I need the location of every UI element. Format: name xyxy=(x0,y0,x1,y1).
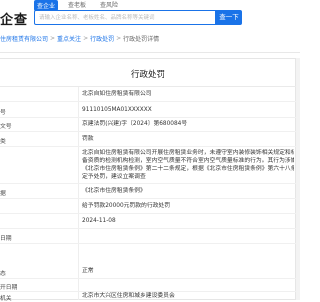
top-header: 企查 查企业 查老板 查风险 请输入企业名称、老板姓名、品牌名称等关键词 查一下 xyxy=(0,0,300,30)
row-value-penalty-content: 给予罚款20000元罚款的行政处罚 xyxy=(82,203,171,209)
search-button[interactable]: 查一下 xyxy=(216,10,242,25)
row-divider xyxy=(0,146,296,147)
breadcrumb: 住房租赁有限公司 > 重点关注 > 行政处罚 > 行政处罚详情 xyxy=(0,34,300,48)
row-value-legal-basis: 《北京市住房租赁条例》 xyxy=(82,188,146,194)
facts-line: 备资质的检测机构检测，室内空气质量不符合室内空气质量标准的行为。其行为涉嫌违反 xyxy=(82,158,294,165)
row-divider xyxy=(0,183,296,184)
page-scrollbar[interactable] xyxy=(296,58,300,300)
row-label: 据 xyxy=(0,191,6,197)
row-label: 文号 xyxy=(0,124,12,130)
row-value-company-name: 北京自如住房租赁有限公司 xyxy=(82,91,152,97)
row-label: 态 xyxy=(0,271,6,277)
tab-risk[interactable]: 查风险 xyxy=(100,0,118,9)
row-value-penalty-type: 罚款 xyxy=(82,136,94,142)
row-divider xyxy=(0,198,296,199)
header-divider xyxy=(0,52,300,53)
row-divider xyxy=(0,117,296,118)
row-value-document-number: 京建法罚(兴建)字〔2024〕第680084号 xyxy=(82,121,188,127)
facts-line: 《北京市住房租赁条例》第二十二条规定，根据《北京市住房租赁条例》第六十八条的 xyxy=(82,166,294,173)
column-divider xyxy=(78,87,79,300)
facts-line: 定予处罚，建议立案调查 xyxy=(82,174,146,181)
breadcrumb-item-company[interactable]: 住房租赁有限公司 xyxy=(0,36,48,43)
card-title: 行政处罚 xyxy=(130,70,165,80)
row-divider xyxy=(0,228,296,229)
row-value-authority: 北京市大兴区住房和城乡建设委员会 xyxy=(82,293,175,299)
breadcrumb-item-penalty[interactable]: 行政处罚 xyxy=(90,36,114,43)
breadcrumb-item-focus[interactable]: 重点关注 xyxy=(57,36,81,43)
row-value-status: 正常 xyxy=(82,268,94,274)
row-divider xyxy=(0,243,296,244)
row-divider xyxy=(0,101,296,102)
row-value-decision-date: 2024-11-08 xyxy=(82,218,116,224)
row-divider xyxy=(0,213,296,214)
row-divider xyxy=(0,131,296,132)
row-divider xyxy=(0,278,296,279)
row-value-credit-code: 91110105MA01XXXXXX xyxy=(82,107,152,113)
facts-line: 北京自如住房租赁有限公司开展住房租赁业务时，未遵守室内装修装饰相关规定和标准， xyxy=(82,150,294,156)
card-title-divider xyxy=(0,86,296,87)
row-label: 号 xyxy=(0,110,6,116)
breadcrumb-separator: > xyxy=(50,35,56,42)
breadcrumb-current: 行政处罚详情 xyxy=(123,36,160,43)
row-label: 类 xyxy=(0,139,6,145)
tab-boss[interactable]: 查老板 xyxy=(68,0,86,9)
breadcrumb-separator: > xyxy=(83,35,89,42)
site-logo[interactable]: 企查 xyxy=(0,9,28,28)
row-label: 日期 xyxy=(0,236,12,242)
row-label: 开日期 xyxy=(0,285,18,291)
search-input[interactable]: 请输入企业名称、老板姓名、品牌名称等关键词 xyxy=(34,10,216,25)
breadcrumb-separator: > xyxy=(116,35,122,42)
row-label: 机关 xyxy=(0,296,12,302)
